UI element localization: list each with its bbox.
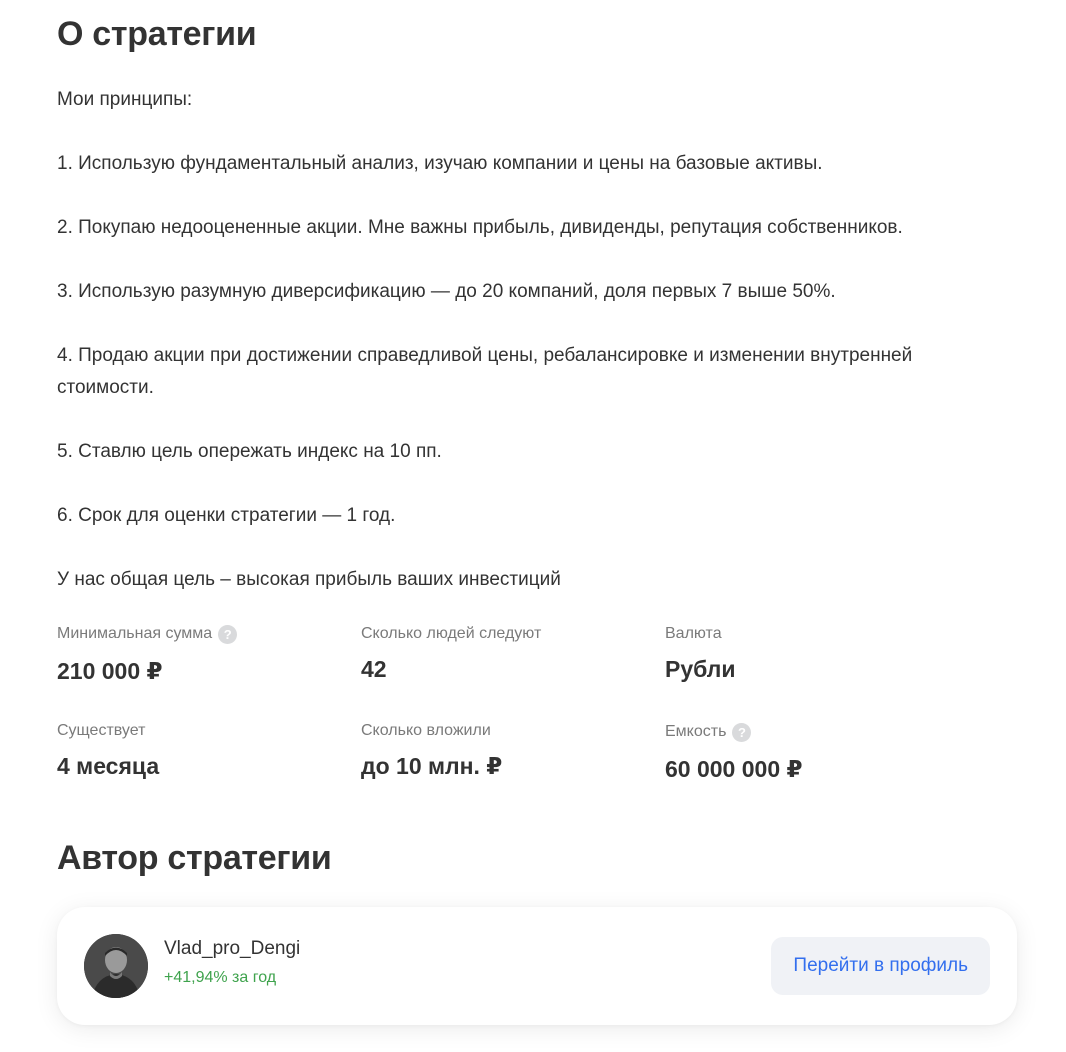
go-to-profile-button[interactable]: Перейти в профиль [771, 937, 990, 995]
stat-currency-label: Валюта [665, 625, 722, 642]
stat-invested-value: до 10 млн. ₽ [361, 753, 503, 779]
author-section-title: Автор стратегии [57, 839, 332, 877]
strategy-description: Мои принципы: 1. Использую фундаментальн… [57, 84, 997, 596]
stat-capacity-label: Емкость [665, 723, 727, 740]
stat-invested: Сколько вложили до 10 млн. ₽ [361, 719, 661, 781]
stat-currency: Валюта Рубли [665, 622, 965, 684]
author-card: Vlad_pro_Dengi +41,94% за год Перейти в … [57, 907, 1017, 1025]
question-circle-icon[interactable]: ? [732, 722, 752, 742]
stat-min-sum: Минимальная сумма ? 210 000 ₽ [57, 622, 357, 686]
author-avatar[interactable] [84, 934, 148, 998]
stat-invested-label: Сколько вложили [361, 722, 491, 739]
stat-currency-value: Рубли [665, 656, 736, 682]
stat-followers-value: 42 [361, 656, 387, 682]
stat-followers: Сколько людей следуют 42 [361, 622, 661, 684]
about-strategy-title: О стратегии [57, 15, 257, 53]
description-paragraph: У нас общая цель – высокая прибыль ваших… [57, 569, 561, 590]
stat-age-value: 4 месяца [57, 753, 160, 779]
description-paragraph: 1. Использую фундаментальный анализ, изу… [57, 153, 823, 174]
description-paragraph: 5. Ставлю цель опережать индекс на 10 пп… [57, 441, 442, 462]
stat-age-label: Существует [57, 722, 146, 739]
description-paragraph: 6. Срок для оценки стратегии — 1 год. [57, 505, 396, 526]
description-paragraph: Мои принципы: [57, 89, 193, 110]
description-paragraph: 2. Покупаю недооцененные акции. Мне важн… [57, 217, 903, 238]
description-paragraph: 3. Использую разумную диверсификацию — д… [57, 281, 836, 302]
user-avatar-icon [84, 934, 148, 998]
stat-capacity-value: 60 000 000 ₽ [665, 756, 803, 782]
description-paragraph: 4. Продаю акции при достижении справедли… [57, 345, 913, 398]
stat-capacity: Емкость ? 60 000 000 ₽ [665, 720, 965, 784]
stat-min-sum-label: Минимальная сумма [57, 625, 213, 642]
stat-min-sum-value: 210 000 ₽ [57, 658, 163, 684]
author-yearly-yield: +41,94% за год [164, 969, 277, 986]
stat-followers-label: Сколько людей следуют [361, 625, 542, 642]
stat-age: Существует 4 месяца [57, 719, 357, 781]
question-circle-icon[interactable]: ? [218, 624, 238, 644]
author-name[interactable]: Vlad_pro_Dengi [164, 937, 300, 961]
